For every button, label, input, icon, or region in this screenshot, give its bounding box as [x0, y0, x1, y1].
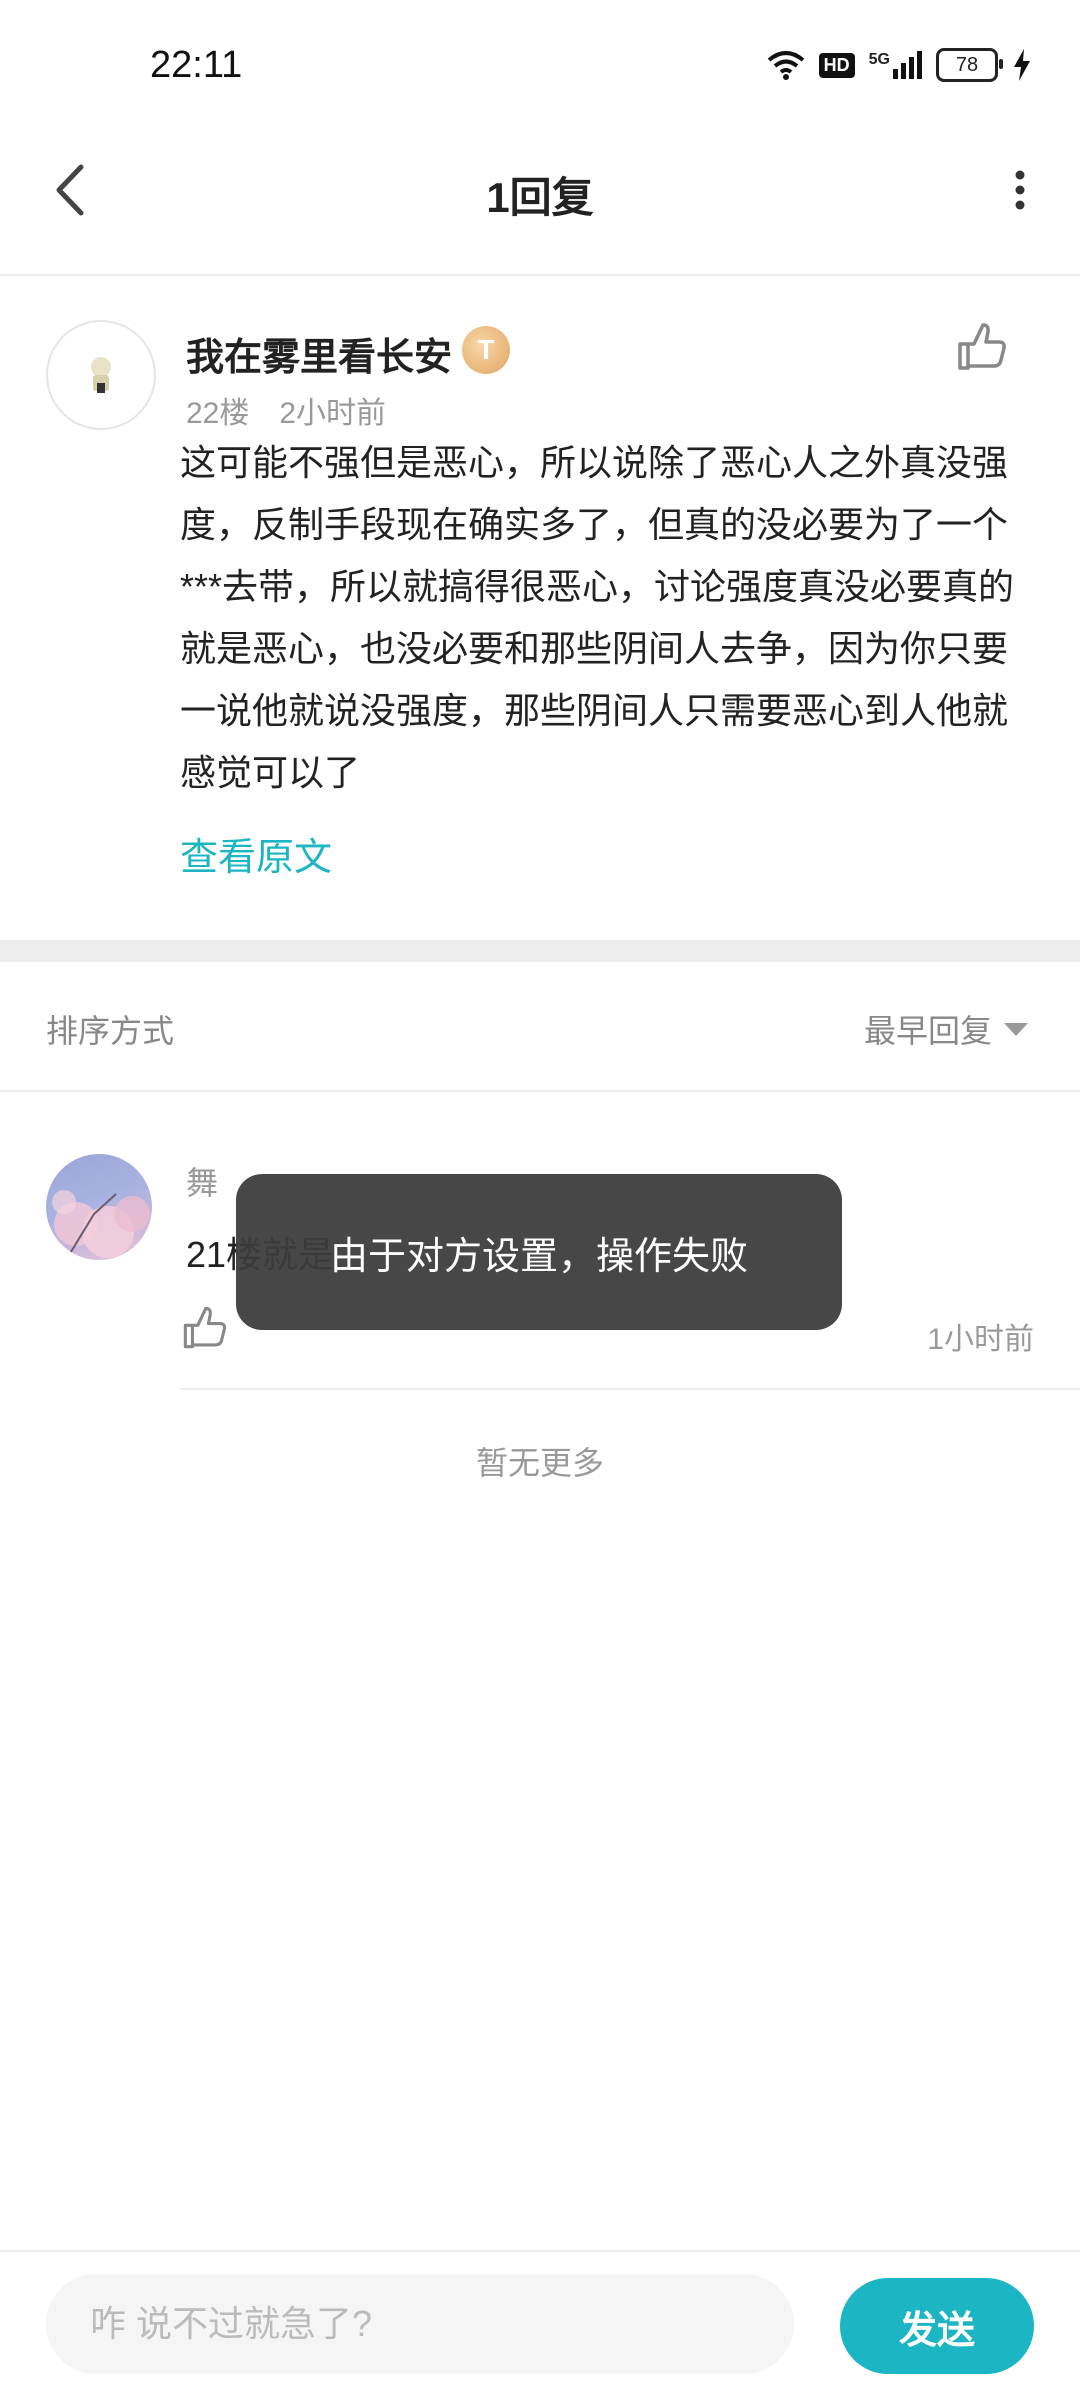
network-label: 5G [868, 51, 890, 68]
sort-label: 排序方式 [46, 1013, 175, 1049]
status-time: 22:11 [150, 44, 243, 86]
wifi-icon [767, 51, 804, 80]
thumbs-up-icon [183, 1306, 227, 1349]
no-more-label: 暂无更多 [475, 1445, 604, 1481]
sort-selected: 最早回复 [863, 1013, 992, 1049]
reply-like-button[interactable] [180, 1304, 228, 1352]
reply-author-avatar[interactable] [46, 1154, 152, 1260]
reply-composer: 发送 [0, 2250, 1080, 2402]
reply-divider [180, 1388, 1080, 1390]
more-vertical-icon [1015, 170, 1025, 210]
reply-time: 1小时前 [927, 1323, 1034, 1356]
blossom-photo-icon [52, 1190, 150, 1260]
sort-dropdown[interactable]: 最早回复 [864, 1006, 1028, 1052]
avatar-figure-icon [91, 357, 111, 393]
post-like-button[interactable] [954, 320, 1008, 374]
status-icons: HD 5G 78 [767, 48, 1032, 82]
post-author-avatar[interactable] [46, 320, 156, 430]
header-bar: 1回复 [0, 110, 1080, 276]
hd-badge: HD [818, 52, 855, 78]
reply-input[interactable] [46, 2274, 794, 2374]
post-author-name[interactable]: 我在雾里看长安 [186, 326, 452, 381]
sort-bar: 排序方式 最早回复 [0, 962, 1080, 1092]
signal-icon: 5G [869, 51, 922, 79]
battery-icon: 78 [936, 48, 1003, 82]
user-medal-badge: T [462, 326, 510, 374]
section-divider [0, 940, 1080, 962]
send-button[interactable]: 发送 [840, 2278, 1034, 2374]
charging-icon [1014, 49, 1030, 81]
post-meta: 22楼 2小时前 [186, 388, 416, 432]
post-floor: 22楼 [186, 397, 250, 430]
view-original-link[interactable]: 查看原文 [180, 826, 332, 881]
toast-message: 由于对方设置，操作失败 [236, 1174, 842, 1330]
post-content: 这可能不强但是恶心，所以说除了恶心人之外真没强度，反制手段现在确实多了，但真的没… [180, 442, 1015, 793]
reply-author-name[interactable]: 舞 [186, 1158, 218, 1204]
caret-down-icon [1004, 1022, 1028, 1036]
thumbs-up-icon [958, 323, 1006, 370]
post-time: 2小时前 [279, 397, 387, 430]
more-button[interactable] [990, 160, 1050, 220]
page-title: 1回复 [486, 174, 594, 221]
